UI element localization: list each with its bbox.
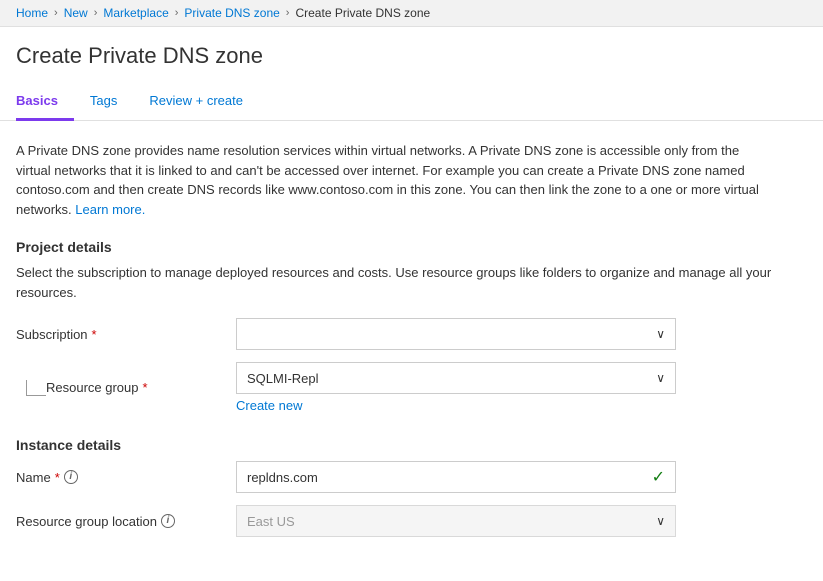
resource-group-row: Resource group * SQLMI-Repl ∨ Create new [16, 362, 807, 413]
name-required-star: * [55, 470, 60, 485]
name-input[interactable]: repldns.com ✓ [236, 461, 676, 493]
location-chevron-icon: ∨ [656, 514, 665, 528]
breadcrumb-sep-4: › [286, 7, 290, 19]
breadcrumb: Home › New › Marketplace › Private DNS z… [0, 0, 823, 27]
tab-basics[interactable]: Basics [16, 85, 74, 121]
tabs-container: Basics Tags Review + create [0, 85, 823, 121]
subscription-chevron-icon: ∨ [656, 327, 665, 341]
subscription-label: Subscription * [16, 327, 236, 342]
location-value: East US [247, 514, 656, 529]
subscription-dropdown[interactable]: ∨ [236, 318, 676, 350]
subscription-row: Subscription * ∨ [16, 318, 807, 350]
resource-group-location-label: Resource group location i [16, 514, 236, 529]
resource-group-location-row: Resource group location i East US ∨ [16, 505, 807, 537]
subscription-required-star: * [92, 327, 97, 342]
tab-review-create[interactable]: Review + create [133, 85, 259, 121]
tab-tags[interactable]: Tags [74, 85, 133, 121]
project-details-heading: Project details [16, 239, 807, 255]
name-info-icon[interactable]: i [64, 470, 78, 484]
breadcrumb-marketplace[interactable]: Marketplace [103, 6, 168, 20]
breadcrumb-sep-1: › [54, 7, 58, 19]
page-title: Create Private DNS zone [16, 43, 807, 69]
breadcrumb-new[interactable]: New [64, 6, 88, 20]
project-details-section: Project details Select the subscription … [16, 239, 807, 413]
description-text: A Private DNS zone provides name resolut… [16, 141, 776, 219]
resource-group-dropdown[interactable]: SQLMI-Repl ∨ [236, 362, 676, 394]
create-new-link[interactable]: Create new [236, 398, 676, 413]
breadcrumb-current: Create Private DNS zone [295, 6, 430, 20]
resource-group-location-dropdown: East US ∨ [236, 505, 676, 537]
breadcrumb-home[interactable]: Home [16, 6, 48, 20]
name-row: Name * i repldns.com ✓ [16, 461, 807, 493]
page-header: Create Private DNS zone [0, 27, 823, 69]
indent-line [26, 380, 46, 396]
resource-group-chevron-icon: ∨ [656, 371, 665, 385]
project-details-sub: Select the subscription to manage deploy… [16, 263, 776, 302]
resource-group-label: Resource group * [46, 380, 236, 395]
location-info-icon[interactable]: i [161, 514, 175, 528]
name-value: repldns.com [247, 470, 644, 485]
breadcrumb-sep-3: › [175, 7, 179, 19]
name-label: Name * i [16, 470, 236, 485]
resource-group-required-star: * [143, 380, 148, 395]
resource-group-value: SQLMI-Repl [247, 371, 656, 386]
breadcrumb-private-dns[interactable]: Private DNS zone [184, 6, 279, 20]
breadcrumb-sep-2: › [94, 7, 98, 19]
learn-more-link[interactable]: Learn more. [75, 202, 145, 217]
instance-details-section: Instance details Name * i repldns.com ✓ … [16, 437, 807, 537]
name-valid-icon: ✓ [652, 467, 665, 487]
instance-details-heading: Instance details [16, 437, 807, 453]
main-content: A Private DNS zone provides name resolut… [0, 121, 823, 581]
